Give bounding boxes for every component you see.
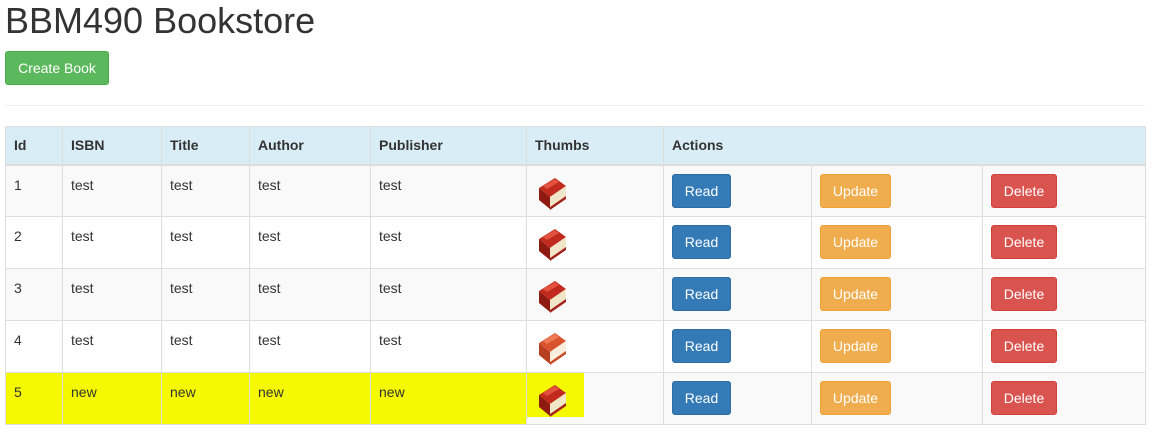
cell-delete: Delete [982,320,1146,373]
delete-button[interactable]: Delete [991,381,1057,415]
column-header-thumbs: Thumbs [526,126,664,166]
cell-thumb [526,216,664,269]
update-button[interactable]: Update [820,173,891,208]
books-table: Id ISBN Title Author Publisher Thumbs Ac… [5,126,1146,425]
cell-delete: Delete [982,216,1146,269]
cell-author: test [249,268,371,321]
page-title: BBM490 Bookstore [5,0,316,41]
cell-title: test [161,216,250,269]
cell-update: Update [811,268,983,321]
column-header-isbn: ISBN [62,126,162,166]
cell-id: 1 [5,164,63,217]
cell-read: Read [663,164,812,217]
book-icon [539,177,566,210]
cell-thumb [526,268,664,321]
cell-title: test [161,320,250,373]
cell-thumb [526,320,664,373]
cell-read: Read [663,216,812,269]
cell-update: Update [811,372,983,425]
update-button[interactable]: Update [820,381,891,415]
table-row: 2 test test test test Read Update Delete [5,216,1146,269]
cell-id: 5 [5,372,63,425]
cell-update: Update [811,164,983,217]
cell-publisher: new [370,372,527,425]
delete-button[interactable]: Delete [991,225,1057,259]
cell-title: test [161,164,250,217]
read-button[interactable]: Read [672,329,731,363]
cell-author: new [249,372,371,425]
delete-button[interactable]: Delete [991,329,1057,363]
read-button[interactable]: Read [672,381,731,415]
cell-thumb [526,372,664,425]
table-row: 4 test test test test Read Update Delete [5,320,1146,373]
cell-isbn: test [62,268,162,321]
table-row: 1 test test test test Read Update Delete [5,164,1146,217]
cell-author: test [249,216,371,269]
cell-read: Read [663,320,812,373]
cell-isbn: test [62,320,162,373]
read-button[interactable]: Read [672,225,731,259]
cell-update: Update [811,216,983,269]
bookstore-page: BBM490 Bookstore Create Book Id ISBN Tit… [0,0,1155,433]
update-button[interactable]: Update [820,225,891,259]
create-book-button[interactable]: Create Book [5,51,109,85]
cell-publisher: test [370,216,527,269]
column-header-actions: Actions [663,126,1146,166]
update-button[interactable]: Update [820,329,891,363]
cell-publisher: test [370,164,527,217]
book-icon [539,281,566,313]
column-header-title: Title [161,126,250,166]
cell-delete: Delete [982,268,1146,321]
divider [5,105,1145,106]
cell-id: 3 [5,268,63,321]
delete-button[interactable]: Delete [991,173,1057,208]
column-header-id: Id [5,126,63,166]
table-row: 5 new new new new Read Update Delete [5,372,1146,425]
cell-author: test [249,164,371,217]
column-header-publisher: Publisher [370,126,527,166]
cell-read: Read [663,372,812,425]
cell-delete: Delete [982,164,1146,217]
book-icon [539,229,566,261]
cell-read: Read [663,268,812,321]
cell-isbn: test [62,164,162,217]
update-button[interactable]: Update [820,277,891,311]
cell-id: 4 [5,320,63,373]
book-icon [539,333,566,365]
cell-id: 2 [5,216,63,269]
cell-title: new [161,372,250,425]
delete-button[interactable]: Delete [991,277,1057,311]
cell-publisher: test [370,320,527,373]
cell-title: test [161,268,250,321]
cell-delete: Delete [982,372,1146,425]
cell-publisher: test [370,268,527,321]
cell-isbn: new [62,372,162,425]
column-header-author: Author [249,126,371,166]
cell-thumb [526,164,664,217]
cell-update: Update [811,320,983,373]
read-button[interactable]: Read [672,173,731,208]
cell-isbn: test [62,216,162,269]
table-header-row: Id ISBN Title Author Publisher Thumbs Ac… [5,126,1146,166]
table-row: 3 test test test test Read Update Delete [5,268,1146,321]
cell-author: test [249,320,371,373]
read-button[interactable]: Read [672,277,731,311]
book-icon [539,385,566,417]
